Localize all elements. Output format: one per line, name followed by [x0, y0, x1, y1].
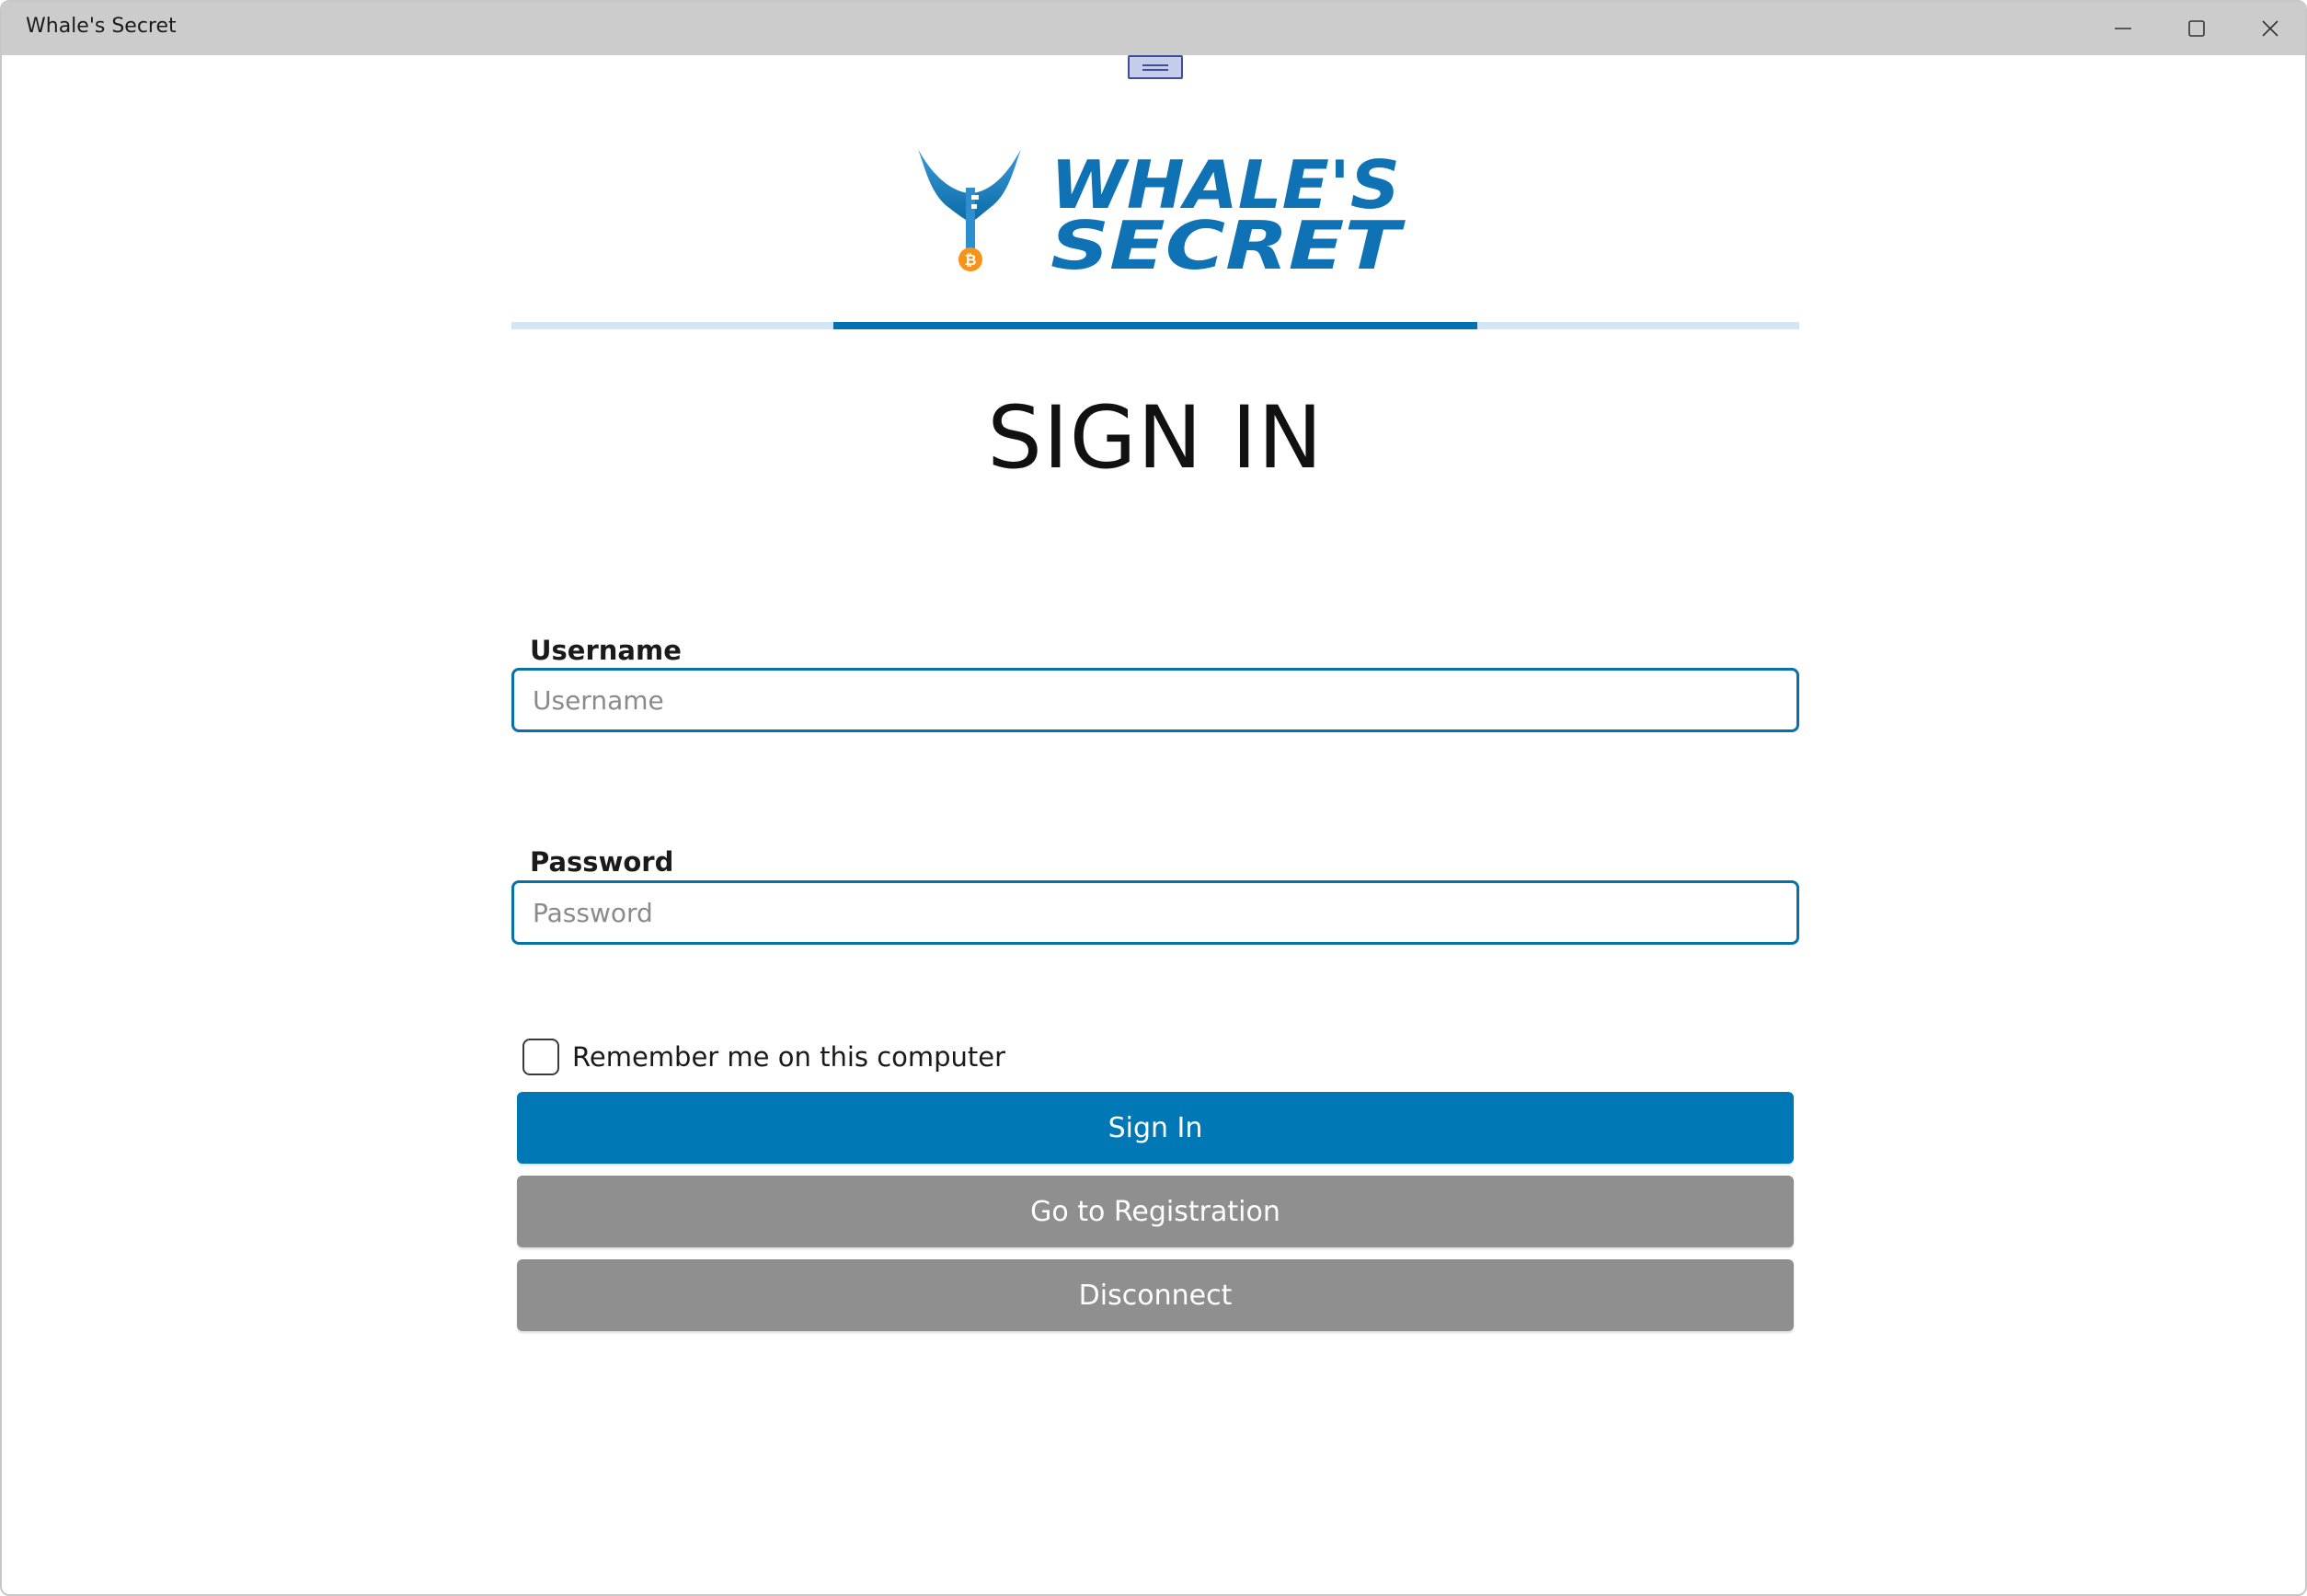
progress-track: [511, 322, 1799, 329]
remember-me-checkbox[interactable]: [522, 1039, 559, 1075]
page-title: SIGN IN: [987, 388, 1324, 488]
whales-secret-logo: ₿ WHALE'S SECRET: [918, 146, 1406, 280]
disconnect-button-label: Disconnect: [1078, 1279, 1233, 1312]
progress-fill: [833, 322, 1477, 329]
minimize-button[interactable]: [2086, 2, 2160, 55]
maximize-icon: [2188, 20, 2205, 37]
drag-handle[interactable]: [1128, 55, 1183, 79]
sign-in-button-label: Sign In: [1108, 1111, 1203, 1144]
remember-me-label: Remember me on this computer: [572, 1041, 1006, 1073]
minimize-icon: [2115, 28, 2131, 29]
drag-handle-line: [1142, 64, 1168, 66]
maximize-button[interactable]: [2160, 2, 2233, 55]
logo-text-line2: SECRET: [1050, 207, 1406, 280]
close-icon: [2262, 20, 2278, 37]
whale-tail-icon: ₿: [918, 149, 1021, 271]
go-to-registration-button-label: Go to Registration: [1030, 1195, 1280, 1228]
window-title: Whale's Secret: [26, 15, 177, 38]
close-button[interactable]: [2233, 2, 2305, 55]
password-label: Password: [530, 846, 674, 878]
password-input[interactable]: [511, 880, 1799, 945]
sign-in-button[interactable]: Sign In: [517, 1092, 1794, 1164]
svg-text:₿: ₿: [964, 251, 976, 269]
app-window: Whale's Secret ₿ WHALE'S SECRET SIGN IN …: [0, 0, 2307, 1596]
disconnect-button[interactable]: Disconnect: [517, 1259, 1794, 1331]
username-input[interactable]: [511, 668, 1799, 732]
username-label: Username: [530, 635, 682, 666]
title-bar[interactable]: Whale's Secret: [2, 2, 2305, 55]
remember-me-option[interactable]: Remember me on this computer: [522, 1038, 1005, 1076]
drag-handle-line: [1142, 69, 1168, 71]
go-to-registration-button[interactable]: Go to Registration: [517, 1176, 1794, 1247]
